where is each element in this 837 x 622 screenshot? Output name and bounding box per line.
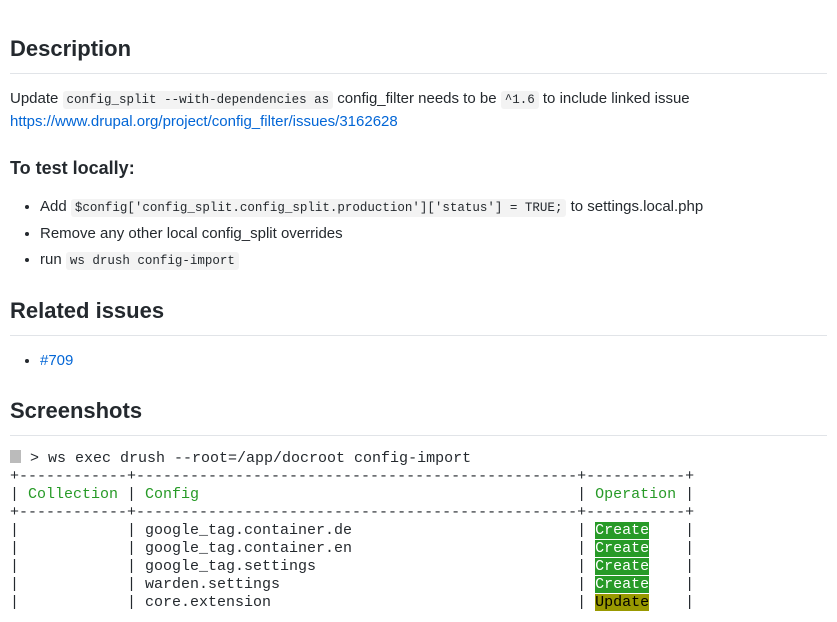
- related-issue-link[interactable]: #709: [40, 352, 73, 369]
- test-locally-heading: To test locally:: [10, 155, 827, 182]
- inline-code: $config['config_split.config_split.produ…: [71, 199, 567, 217]
- terminal-output: > ws exec drush --root=/app/docroot conf…: [10, 450, 827, 612]
- inline-code: ^1.6: [501, 91, 539, 109]
- test-steps-list: Add $config['config_split.config_split.p…: [10, 196, 827, 272]
- inline-code: config_split --with-dependencies as: [63, 91, 334, 109]
- list-item: run ws drush config-import: [40, 249, 827, 272]
- inline-code: ws drush config-import: [66, 252, 239, 270]
- issue-link[interactable]: https://www.drupal.org/project/config_fi…: [10, 113, 398, 130]
- list-item: #709: [40, 350, 827, 373]
- description-heading: Description: [10, 32, 827, 74]
- list-item: Add $config['config_split.config_split.p…: [40, 196, 827, 219]
- description-paragraph: Update config_split --with-dependencies …: [10, 88, 827, 133]
- list-item: Remove any other local config_split over…: [40, 223, 827, 246]
- screenshots-heading: Screenshots: [10, 394, 827, 436]
- related-issues-heading: Related issues: [10, 294, 827, 336]
- related-issues-list: #709: [10, 350, 827, 373]
